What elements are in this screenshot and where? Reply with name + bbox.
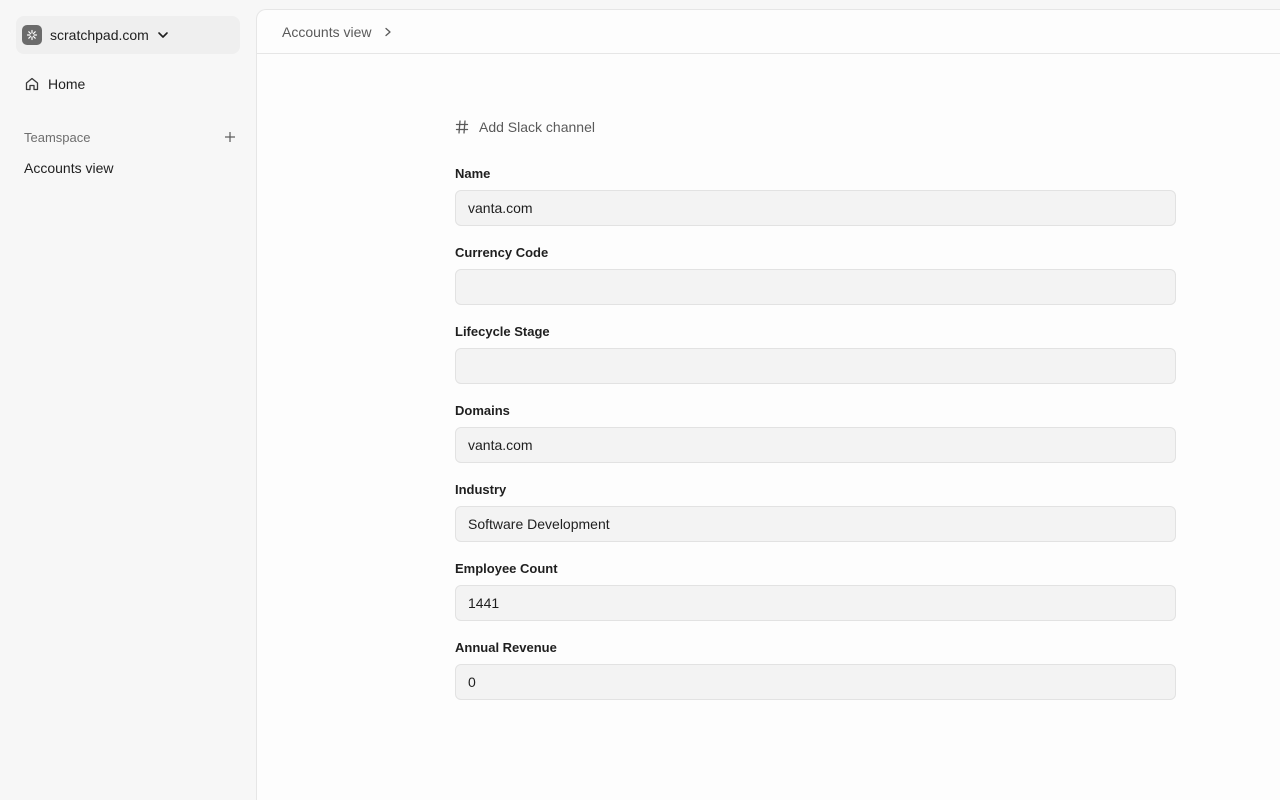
teamspace-label: Teamspace [24,129,91,145]
currency-code-input[interactable] [455,269,1176,305]
annual-revenue-input[interactable] [455,664,1176,700]
field-name: Name [455,164,1176,226]
breadcrumb-item-accounts-view[interactable]: Accounts view [282,24,371,40]
sidebar: scratchpad.com Home Teamspace Accounts v… [0,0,256,800]
field-label: Lifecycle Stage [455,323,550,339]
lifecycle-stage-input[interactable] [455,348,1176,384]
workspace-switcher[interactable]: scratchpad.com [16,16,240,54]
app-window: scratchpad.com Home Teamspace Accounts v… [0,0,1280,800]
sidebar-item-label: Accounts view [24,160,114,176]
field-employee-count: Employee Count [455,559,1176,621]
workspace-logo-icon [22,25,42,45]
main-panel: Accounts view Add Slack channel Name van… [256,9,1280,800]
breadcrumb: Accounts view [257,10,1280,54]
field-domains: Domains [455,401,1176,463]
teamspace-section-header: Teamspace [24,127,240,147]
name-input[interactable] [455,190,1176,226]
field-label: Annual Revenue [455,639,557,655]
field-label: Industry [455,481,507,497]
field-label: Employee Count [455,560,558,576]
home-icon [24,76,40,92]
account-form: Add Slack channel Name Currency Code Lif… [455,116,1176,700]
field-label: Domains [455,402,510,418]
field-annual-revenue: Annual Revenue [455,638,1176,700]
sidebar-item-accounts-view[interactable]: Accounts view [24,158,113,178]
sidebar-item-home[interactable]: Home [16,72,240,96]
field-label: Currency Code [455,244,549,260]
domains-input[interactable] [455,427,1176,463]
field-industry: Industry [455,480,1176,542]
chevron-right-icon [383,27,393,37]
field-label: Name [455,165,491,181]
employee-count-input[interactable] [455,585,1176,621]
field-lifecycle-stage: Lifecycle Stage [455,322,1176,384]
workspace-name: scratchpad.com [50,27,149,43]
add-slack-channel-button[interactable]: Add Slack channel [455,116,1176,138]
hash-icon [455,120,469,134]
plus-icon[interactable] [222,129,238,145]
add-slack-channel-label: Add Slack channel [479,119,595,135]
sidebar-item-label: Home [48,76,86,92]
chevron-down-icon [157,29,169,41]
industry-input[interactable] [455,506,1176,542]
field-currency-code: Currency Code [455,243,1176,305]
